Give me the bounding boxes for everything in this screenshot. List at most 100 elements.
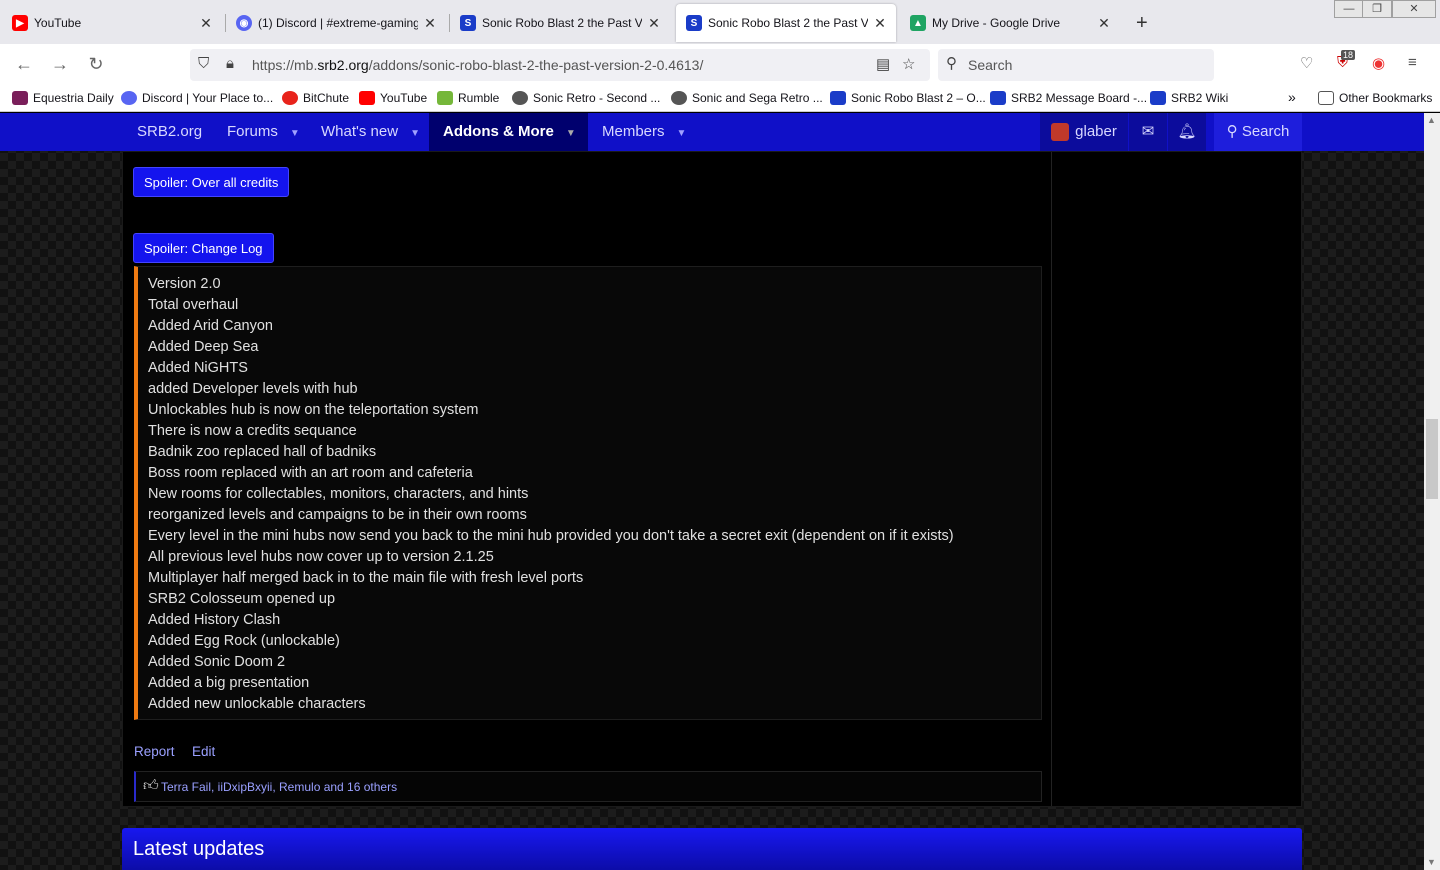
changelog-line: Badnik zoo replaced hall of badniks [148,444,377,460]
bitchute-icon [282,91,298,105]
edit-link[interactable]: Edit [192,744,215,759]
search-icon: ⚲ [1226,123,1238,140]
bookmark-srb2-org[interactable]: Sonic Robo Blast 2 – O... [830,91,986,105]
restore-button[interactable]: ❐ [1362,0,1392,18]
url-text[interactable]: https://mb.srb2.org/addons/sonic-robo-bl… [252,57,703,73]
changelog-line: Every level in the mini hubs now send yo… [148,528,954,544]
close-icon[interactable]: ✕ [1096,15,1112,32]
youtube-icon [359,91,375,105]
scrollbar-thumb[interactable] [1426,419,1438,499]
bookmark-bitchute[interactable]: BitChute [282,91,349,105]
lock-icon[interactable]: 🔒︎ [226,55,234,72]
equestria-daily-icon [12,91,28,105]
new-tab-button[interactable]: + [1136,12,1148,35]
tab-title: YouTube [34,16,82,30]
bookmark-rumble[interactable]: Rumble [437,91,499,105]
close-window-button[interactable]: ✕ [1392,0,1436,18]
pocket-icon[interactable]: ♡ [1300,54,1313,72]
bookmark-star-icon[interactable]: ☆ [902,55,915,73]
bookmark-equestria-daily[interactable]: Equestria Daily [12,91,114,105]
url-bar[interactable]: ⛉ 🔒︎ https://mb.srb2.org/addons/sonic-ro… [190,49,930,81]
changelog-line: Added NiGHTS [148,360,248,376]
chevron-down-icon[interactable]: ▼ [290,128,300,139]
tab-title: Sonic Robo Blast 2 the Past Vers [708,16,868,30]
bookmark-sonic-retro[interactable]: Sonic Retro - Second ... [512,91,660,105]
changelog-line: All previous level hubs now cover up to … [148,549,494,565]
menu-icon[interactable]: ≡ [1408,54,1417,71]
changelog-line: Added new unlockable characters [148,696,366,712]
close-icon[interactable]: ✕ [872,15,888,32]
changelog-line: New rooms for collectables, monitors, ch… [148,486,529,502]
user-menu[interactable]: glaber [1040,113,1128,151]
nav-members[interactable]: Members ▼ [588,113,700,151]
bell-icon[interactable]: 🔔︎ [1168,113,1206,151]
bookmark-other-bookmarks[interactable]: Other Bookmarks [1318,91,1432,105]
close-icon[interactable]: ✕ [422,15,438,32]
reaction-users-link[interactable]: Terra Fail, iiDxipBxyii, Remulo and 16 o… [161,780,397,794]
scroll-down-icon[interactable]: ▼ [1427,857,1436,867]
changelog-line: Version 2.0 [148,276,221,292]
back-button[interactable]: ← [12,53,36,77]
shield-icon[interactable]: ⛉ [198,55,209,72]
changelog-line: Added Egg Rock (unlockable) [148,633,340,649]
extension-icon[interactable]: ◉ [1372,54,1385,72]
bookmark-sega-retro[interactable]: Sonic and Sega Retro ... [671,91,823,105]
chevron-down-icon[interactable]: ▼ [410,128,420,139]
google-drive-icon: ▲ [910,15,926,31]
bookmark-srb2-wiki[interactable]: SRB2 Wiki [1150,91,1228,105]
reload-button[interactable]: ↻ [84,53,108,77]
close-icon[interactable]: ✕ [646,15,662,32]
changelog-line: SRB2 Colosseum opened up [148,591,336,607]
changelog-line: Added Sonic Doom 2 [148,654,286,670]
sonic-retro-icon [512,91,528,105]
inbox-icon[interactable]: ✉ [1129,113,1167,151]
search-input[interactable]: ⚲ Search [938,49,1214,81]
changelog-line: added Developer levels with hub [148,381,358,397]
bookmark-discord[interactable]: Discord | Your Place to... [121,91,273,105]
minimize-button[interactable]: — [1334,0,1364,18]
changelog-line: Total overhaul [148,297,239,313]
spoiler-changelog-button[interactable]: Spoiler: Change Log [133,233,274,263]
folder-icon [1318,91,1334,105]
nav-home[interactable]: SRB2.org [123,113,216,151]
search-placeholder: Search [968,57,1013,73]
rumble-icon [437,91,453,105]
tab-srb2-past-1[interactable]: S Sonic Robo Blast 2 the Past Vers ✕ [450,4,670,42]
site-search-button[interactable]: ⚲ Search [1214,113,1302,151]
bookmark-youtube[interactable]: YouTube [359,91,427,105]
nav-addons[interactable]: Addons & More ▼ [429,113,588,151]
changelog-spoiler-content: Version 2.0 Total overhaul Added Arid Cany… [134,266,1042,720]
page-scrollbar[interactable]: ▲ ▼ [1424,113,1440,870]
site-navigation: SRB2.org Forums ▼ What's new ▼ Addons & Mo… [0,113,1424,151]
tab-srb2-past-active[interactable]: S Sonic Robo Blast 2 the Past Vers ✕ [676,4,896,42]
report-link[interactable]: Report [134,744,175,759]
bookmark-srb2-message-board[interactable]: SRB2 Message Board -... [990,91,1147,105]
changelog-line: reorganized levels and campaigns to be i… [148,507,527,523]
browser-tab-bar: ▶ YouTube ✕ ◉ (1) Discord | #extreme-gam… [0,0,1440,44]
bookmarks-bar: Equestria Daily Discord | Your Place to.… [0,86,1440,112]
like-icon: 👍︎ [143,777,159,794]
tab-youtube[interactable]: ▶ YouTube ✕ [2,4,222,42]
sonic-icon [830,91,846,105]
tab-discord[interactable]: ◉ (1) Discord | #extreme-gaming | ✕ [226,4,446,42]
bookmarks-overflow-button[interactable]: » [1288,89,1296,105]
youtube-icon: ▶ [12,15,28,31]
chevron-down-icon[interactable]: ▼ [566,128,576,139]
reader-view-icon[interactable]: ▤ [876,55,890,73]
reactions-bar: 👍︎ Terra Fail, iiDxipBxyii, Remulo and 1… [134,771,1042,802]
chevron-down-icon[interactable]: ▼ [677,128,687,139]
close-icon[interactable]: ✕ [198,15,214,32]
spoiler-credits-button[interactable]: Spoiler: Over all credits [133,167,290,197]
scroll-up-icon[interactable]: ▲ [1427,115,1436,125]
sonic-icon: S [686,15,702,31]
forward-button[interactable]: → [48,53,72,77]
latest-updates-title: Latest updates [133,838,265,860]
nav-whats-new[interactable]: What's new ▼ [307,113,434,151]
tab-title: Sonic Robo Blast 2 the Past Vers [482,16,642,30]
avatar [1051,123,1070,142]
changelog-line: Boss room replaced with an art room and … [148,465,473,481]
tab-google-drive[interactable]: ▲ My Drive - Google Drive ✕ [900,4,1120,42]
nav-forums[interactable]: Forums ▼ [213,113,314,151]
discord-icon: ◉ [236,15,252,31]
changelog-line: Added Arid Canyon [148,318,273,334]
